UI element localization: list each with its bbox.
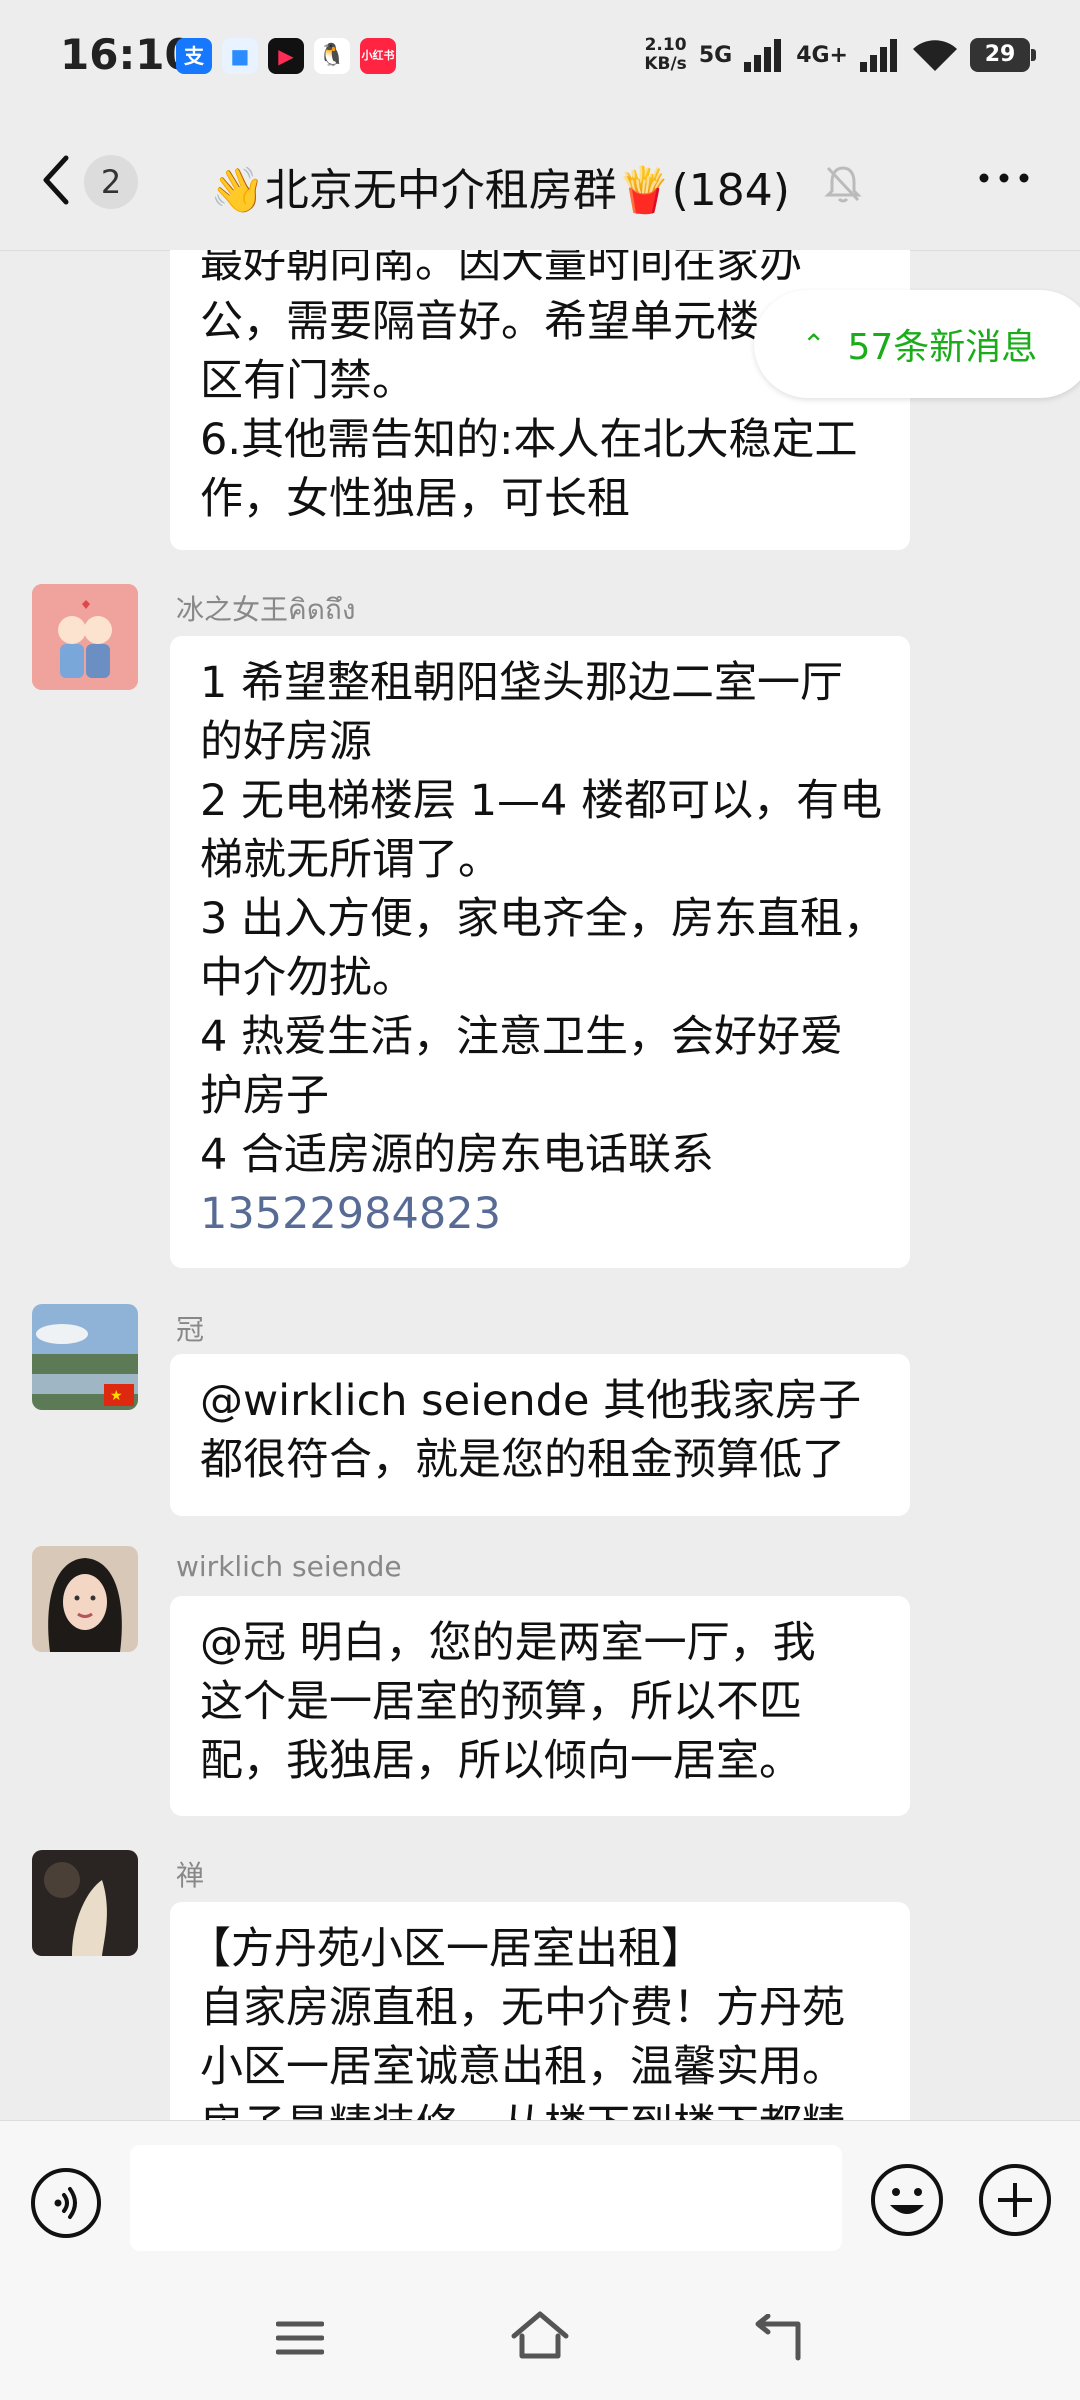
signal-4g-icon: 4G+: [796, 42, 848, 68]
back-arrow-icon[interactable]: [36, 152, 76, 208]
unread-count-badge[interactable]: 2: [84, 155, 138, 209]
xiaohongshu-icon: 小红书: [360, 38, 396, 74]
message-bubble[interactable]: 1 希望整租朝阳垡头那边二室一厅 的好房源 2 无电梯楼层 1—4 楼都可以，有…: [170, 636, 910, 1268]
message-bubble[interactable]: 【方丹苑小区一居室出租】 自家房源直租，无中介费！方丹苑 小区一居室诚意出租，温…: [170, 1902, 910, 2120]
landscape-avatar-icon: ★: [32, 1304, 138, 1410]
phone-number-link[interactable]: 13522984823: [200, 1185, 880, 1244]
message-bubble[interactable]: @冠 明白，您的是两室一厅，我 这个是一居室的预算，所以不匹 配，我独居，所以倾…: [170, 1596, 910, 1816]
battery-icon: 29: [970, 38, 1036, 72]
system-nav-bar: [0, 2280, 1080, 2400]
signal-bars-icon: [744, 39, 782, 72]
new-messages-button[interactable]: ⌃ 57条新消息: [754, 290, 1080, 398]
mute-bell-icon: [824, 166, 862, 203]
avatar[interactable]: [32, 1546, 138, 1652]
message-bubble[interactable]: @wirklich seiende 其他我家房子 都很符合，就是您的租金预算低了: [170, 1354, 910, 1516]
avatar[interactable]: [32, 1850, 138, 1956]
more-options-icon[interactable]: [978, 168, 1030, 188]
svg-text:★: ★: [110, 1388, 123, 1404]
signal-bars-2-icon: [860, 39, 897, 72]
network-speed: 2.10 KB/s: [644, 35, 687, 74]
add-attachment-icon[interactable]: [978, 2163, 1052, 2237]
back-nav-icon[interactable]: [752, 2314, 804, 2362]
sender-name: 冠: [176, 1313, 205, 1346]
signal-5g-icon: 5G: [698, 42, 733, 68]
wifi-icon: [913, 40, 957, 71]
double-chevron-up-icon: ⌃: [802, 327, 826, 361]
clock: 16:10: [60, 30, 194, 79]
qq-icon: 🐧: [314, 38, 350, 74]
avatar[interactable]: [32, 584, 138, 690]
home-icon[interactable]: [510, 2310, 570, 2362]
sender-name: wirklich seiende: [176, 1550, 402, 1583]
recent-apps-icon[interactable]: [276, 2318, 324, 2358]
input-bar: [0, 2120, 1080, 2281]
message-list[interactable]: 最好朝向南。因大量时间在家办 公，需要隔音好。希望单元楼 区有门禁。 6.其他需…: [0, 250, 1080, 2120]
alipay-icon: 支: [176, 38, 212, 74]
notification-icons: 支 ■ ▶ 🐧 小红书: [176, 38, 396, 74]
portrait-avatar-icon: [32, 1546, 138, 1652]
chat-title: 👋北京无中介租房群🍟(184): [210, 165, 790, 216]
system-indicators: 2.10 KB/s 5G 4G+ 29: [644, 35, 1036, 74]
chat-header: 2 👋北京无中介租房群🍟(184): [0, 110, 1080, 251]
dark-photo-avatar-icon: [32, 1850, 138, 1956]
sender-name: 禅: [176, 1859, 205, 1892]
emoji-icon[interactable]: [870, 2163, 944, 2237]
app-icon: ■: [222, 38, 258, 74]
voice-input-icon[interactable]: [30, 2167, 102, 2239]
sender-name: 冰之女王คิดถึง: [176, 593, 356, 626]
status-bar: 16:10 支 ■ ▶ 🐧 小红书 2.10 KB/s 5G 4G+ 29: [0, 0, 1080, 110]
cartoon-couple-avatar-icon: [32, 584, 138, 690]
video-app-icon: ▶: [268, 38, 304, 74]
message-input[interactable]: [130, 2145, 842, 2251]
avatar[interactable]: ★: [32, 1304, 138, 1410]
